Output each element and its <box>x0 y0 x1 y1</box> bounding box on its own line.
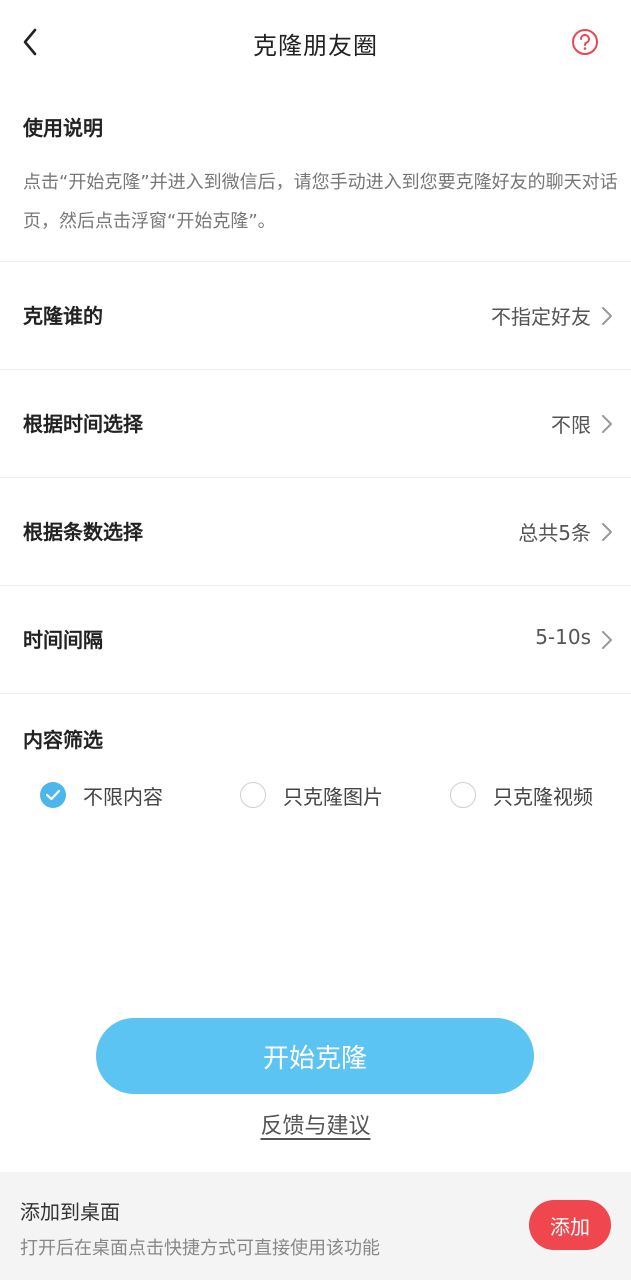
radio-unlimited-content[interactable]: 不限内容 <box>40 780 163 810</box>
setting-row-clone-whose[interactable]: 克隆谁的 不指定好友 <box>0 262 631 370</box>
instructions-heading: 使用说明 <box>23 116 103 140</box>
radio-label: 只克隆视频 <box>493 784 593 809</box>
setting-label: 根据时间选择 <box>23 412 143 436</box>
radio-checked-icon <box>40 782 66 808</box>
setting-label: 克隆谁的 <box>23 304 103 328</box>
setting-label: 根据条数选择 <box>23 520 143 544</box>
start-clone-button[interactable]: 开始克隆 <box>96 1018 534 1094</box>
question-circle-icon <box>572 29 598 55</box>
content-filter-heading: 内容筛选 <box>23 728 103 752</box>
chevron-right-icon <box>602 307 612 325</box>
radio-videos-only[interactable]: 只克隆视频 <box>450 780 593 810</box>
chevron-right-icon <box>602 631 612 649</box>
setting-row-time-select[interactable]: 根据时间选择 不限 <box>0 370 631 478</box>
radio-label: 不限内容 <box>83 784 163 809</box>
feedback-link[interactable]: 反馈与建议 <box>260 1114 370 1139</box>
help-button[interactable] <box>571 28 599 56</box>
add-to-desktop-description: 打开后在桌面点击快捷方式可直接使用该功能 <box>20 1238 380 1259</box>
radio-unchecked-icon <box>240 782 266 808</box>
setting-value: 总共5条 <box>518 521 591 545</box>
add-button[interactable]: 添加 <box>529 1200 611 1250</box>
setting-row-count-select[interactable]: 根据条数选择 总共5条 <box>0 478 631 586</box>
add-to-desktop-bar: 添加到桌面 打开后在桌面点击快捷方式可直接使用该功能 添加 <box>0 1172 631 1280</box>
setting-value: 不指定好友 <box>491 305 591 329</box>
radio-images-only[interactable]: 只克隆图片 <box>240 780 383 810</box>
radio-unchecked-icon <box>450 782 476 808</box>
setting-label: 时间间隔 <box>23 628 103 652</box>
add-to-desktop-title: 添加到桌面 <box>20 1200 120 1224</box>
chevron-right-icon <box>602 523 612 541</box>
page-title: 克隆朋友圈 <box>253 32 378 60</box>
setting-value: 5-10s <box>535 625 591 649</box>
setting-row-interval[interactable]: 时间间隔 5-10s <box>0 586 631 694</box>
feedback-area: 反馈与建议 <box>0 1108 631 1140</box>
app-header: 克隆朋友圈 <box>0 0 631 84</box>
setting-value: 不限 <box>551 413 591 437</box>
radio-label: 只克隆图片 <box>283 784 383 809</box>
instructions-section: 使用说明 点击“开始克隆”并进入到微信后，请您手动进入到您要克隆好友的聊天对话页… <box>0 90 631 262</box>
instructions-text: 点击“开始克隆”并进入到微信后，请您手动进入到您要克隆好友的聊天对话页，然后点击… <box>23 172 618 232</box>
chevron-right-icon <box>602 415 612 433</box>
